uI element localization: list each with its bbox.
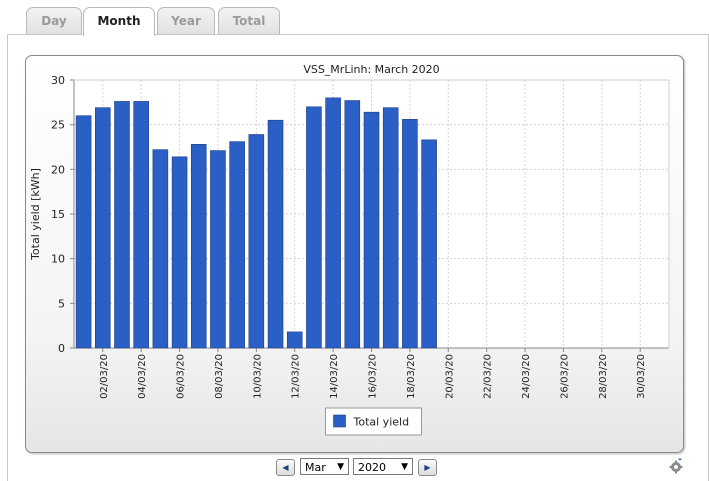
y-tick-label: 10 — [51, 253, 65, 266]
chevron-down-icon: ▼ — [337, 462, 344, 472]
bar-04/03/20[interactable] — [133, 101, 149, 349]
tab-year[interactable]: Year — [157, 7, 215, 35]
year-select[interactable]: 2020 ▼ — [353, 458, 413, 475]
month-select[interactable]: Mar ▼ — [300, 458, 349, 475]
bar-07/03/20[interactable] — [190, 144, 207, 349]
y-tick-label: 0 — [58, 342, 65, 355]
chart-title: VSS_MrLinh: March 2020 — [303, 63, 439, 76]
bar-02/03/20[interactable] — [95, 107, 111, 349]
bar-01/03/20[interactable] — [75, 115, 92, 349]
x-tick-label: 04/03/20 — [137, 354, 148, 399]
bar-18/03/20[interactable] — [402, 119, 418, 349]
bar-03/03/20[interactable] — [114, 101, 130, 349]
x-tick-label: 14/03/20 — [329, 354, 340, 399]
bar-09/03/20[interactable] — [229, 141, 245, 349]
x-tick-label: 06/03/20 — [176, 354, 187, 399]
y-tick-label: 25 — [51, 119, 65, 132]
tab-total[interactable]: Total — [218, 7, 280, 35]
x-tick-label: 28/03/20 — [598, 354, 609, 399]
year-select-value: 2020 — [358, 461, 386, 474]
y-tick-label: 15 — [51, 208, 65, 221]
tab-month[interactable]: Month — [83, 7, 155, 36]
triangle-right-icon: ▶ — [424, 463, 431, 472]
chevron-down-icon: ▼ — [401, 462, 408, 472]
gear-icon[interactable] — [668, 458, 684, 474]
yield-bar-chart: VSS_MrLinh: March 2020 0 5 10 15 20 25 30 02/03/… — [29, 63, 670, 436]
bar-06/03/20[interactable] — [171, 156, 188, 349]
x-tick-label: 20/03/20 — [444, 354, 455, 399]
x-tick-label: 10/03/20 — [252, 354, 263, 399]
x-tick-label: 30/03/20 — [636, 354, 647, 399]
x-tick-label: 08/03/20 — [214, 354, 225, 399]
bar-13/03/20[interactable] — [306, 106, 322, 349]
bar-10/03/20[interactable] — [248, 134, 265, 349]
x-tick-label: 02/03/20 — [99, 354, 110, 399]
next-month-button[interactable]: ▶ — [418, 459, 437, 476]
tab-day[interactable]: Day — [26, 7, 82, 35]
legend-swatch — [333, 414, 346, 428]
y-axis-label: Total yield [kWh] — [29, 168, 42, 261]
bar-14/03/20[interactable] — [325, 97, 341, 349]
x-tick-label: 16/03/20 — [368, 354, 379, 399]
bar-12/03/20[interactable] — [286, 331, 303, 349]
x-tick-label: 22/03/20 — [483, 354, 494, 399]
bar-16/03/20[interactable] — [363, 111, 380, 349]
triangle-left-icon: ◀ — [282, 463, 289, 472]
y-tick-label: 30 — [51, 74, 65, 87]
bar-17/03/20[interactable] — [382, 107, 399, 349]
y-tick-label: 5 — [58, 297, 65, 310]
bar-05/03/20[interactable] — [152, 149, 169, 349]
bar-15/03/20[interactable] — [344, 100, 361, 349]
bar-11/03/20[interactable] — [267, 119, 284, 349]
previous-month-button[interactable]: ◀ — [276, 459, 295, 476]
legend-label: Total yield — [353, 416, 410, 429]
bar-08/03/20[interactable] — [210, 150, 226, 349]
x-tick-label: 18/03/20 — [406, 354, 417, 399]
x-tick-label: 12/03/20 — [291, 354, 302, 399]
x-tick-label: 24/03/20 — [521, 354, 532, 399]
y-tick-label: 20 — [51, 163, 65, 176]
month-select-value: Mar — [305, 461, 326, 474]
bar-19/03/20[interactable] — [421, 139, 437, 349]
x-tick-label: 26/03/20 — [559, 354, 570, 399]
